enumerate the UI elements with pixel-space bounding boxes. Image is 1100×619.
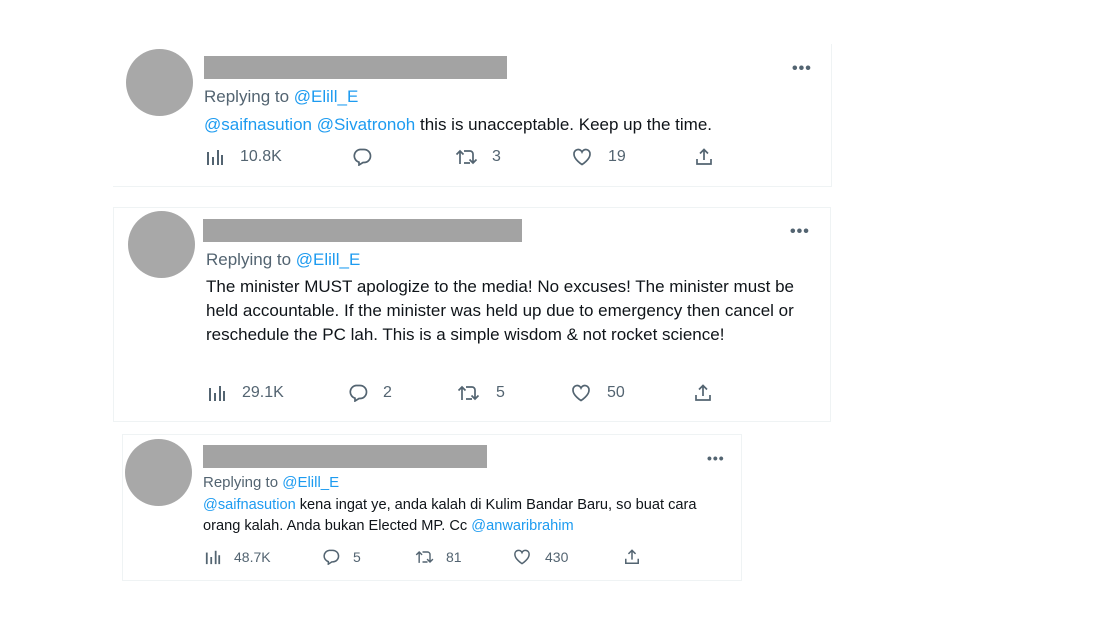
bar-chart-icon	[207, 150, 223, 165]
tweet-actions: 29.1K 2 5 50	[114, 384, 830, 408]
more-options-icon[interactable]: •••	[792, 61, 812, 77]
replying-to-label: Replying to	[206, 250, 296, 269]
share-icon	[696, 148, 712, 165]
redacted-username	[203, 219, 522, 242]
replying-to-handle[interactable]: @Elill_E	[294, 87, 359, 106]
redacted-username	[204, 56, 507, 79]
views-button[interactable]: 10.8K	[206, 148, 282, 166]
replying-to: Replying to @Elill_E	[204, 87, 358, 107]
like-button[interactable]: 19	[572, 148, 626, 166]
heart-icon	[572, 384, 590, 402]
tweet-text: @saifnasution @Sivatronoh this is unacce…	[204, 114, 814, 136]
views-button[interactable]: 48.7K	[205, 549, 271, 565]
tweet-actions: 10.8K 3 19	[113, 148, 831, 172]
replying-to: Replying to @Elill_E	[206, 250, 360, 270]
reply-count: 2	[383, 384, 392, 401]
mention-link[interactable]: @saifnasution	[204, 115, 312, 134]
mention-link[interactable]: @Sivatronoh	[317, 115, 416, 134]
retweet-icon	[415, 550, 434, 564]
share-button[interactable]	[624, 549, 640, 565]
avatar[interactable]	[125, 439, 192, 506]
reply-button[interactable]: 5	[322, 549, 361, 565]
bar-chart-icon	[209, 386, 225, 401]
replying-to-handle[interactable]: @Elill_E	[282, 474, 339, 491]
more-options-icon[interactable]: •••	[790, 224, 810, 240]
mention-link[interactable]: @anwaribrahim	[471, 518, 573, 534]
speech-bubble-icon	[349, 384, 368, 402]
share-icon	[625, 549, 639, 564]
avatar[interactable]	[128, 211, 195, 278]
retweet-count: 3	[492, 148, 501, 165]
retweet-icon	[457, 385, 480, 401]
share-button[interactable]	[695, 148, 713, 166]
share-button[interactable]	[694, 384, 712, 402]
retweet-count: 5	[496, 384, 505, 401]
tweet-text: @saifnasution kena ingat ye, anda kalah …	[203, 495, 725, 537]
reply-button[interactable]	[352, 148, 372, 166]
reply-button[interactable]: 2	[348, 384, 392, 402]
more-options-icon[interactable]: •••	[707, 451, 725, 465]
like-count: 430	[545, 549, 569, 565]
speech-bubble-icon	[353, 148, 372, 166]
tweet-body-text: this is unacceptable. Keep up the time.	[415, 115, 713, 134]
like-button[interactable]: 50	[571, 384, 625, 402]
redacted-username	[203, 445, 487, 468]
tweet-body-text: The minister MUST apologize to the media…	[206, 277, 795, 344]
replying-to-label: Replying to	[204, 87, 294, 106]
tweet-card[interactable]: ••• Replying to @Elill_E @saifnasution @…	[113, 44, 832, 187]
replying-to-label: Replying to	[203, 474, 283, 491]
replying-to-handle[interactable]: @Elill_E	[296, 250, 361, 269]
retweet-icon	[455, 149, 478, 165]
like-button[interactable]: 430	[513, 549, 568, 565]
share-icon	[695, 384, 711, 401]
retweet-count: 81	[446, 549, 462, 565]
retweet-button[interactable]: 5	[457, 384, 505, 402]
like-count: 19	[608, 148, 626, 165]
heart-icon	[514, 549, 530, 565]
tweet-card[interactable]: ••• Replying to @Elill_E @saifnasution k…	[122, 434, 742, 581]
retweet-button[interactable]: 3	[455, 148, 501, 166]
like-count: 50	[607, 384, 625, 401]
avatar[interactable]	[126, 49, 193, 116]
tweet-text: The minister MUST apologize to the media…	[206, 275, 806, 347]
views-count: 48.7K	[234, 549, 271, 565]
views-count: 10.8K	[240, 148, 282, 165]
tweet-actions: 48.7K 5 81 430	[123, 549, 741, 569]
speech-bubble-icon	[323, 549, 340, 565]
reply-count: 5	[353, 549, 361, 565]
mention-link[interactable]: @saifnasution	[203, 497, 296, 513]
retweet-button[interactable]: 81	[415, 549, 462, 565]
heart-icon	[573, 148, 591, 166]
views-button[interactable]: 29.1K	[208, 384, 284, 402]
replying-to: Replying to @Elill_E	[203, 474, 339, 491]
tweet-card[interactable]: ••• Replying to @Elill_E The minister MU…	[113, 207, 831, 422]
bar-chart-icon	[205, 550, 221, 565]
views-count: 29.1K	[242, 384, 284, 401]
